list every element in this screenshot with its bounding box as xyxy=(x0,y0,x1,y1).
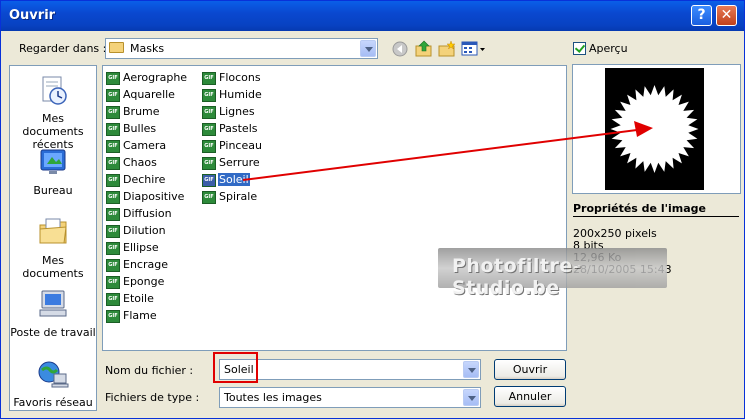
open-dialog: Ouvrir ? ✕ Regarder dans : Masks Aperçu xyxy=(0,0,745,419)
annotation-arrow xyxy=(242,121,653,181)
